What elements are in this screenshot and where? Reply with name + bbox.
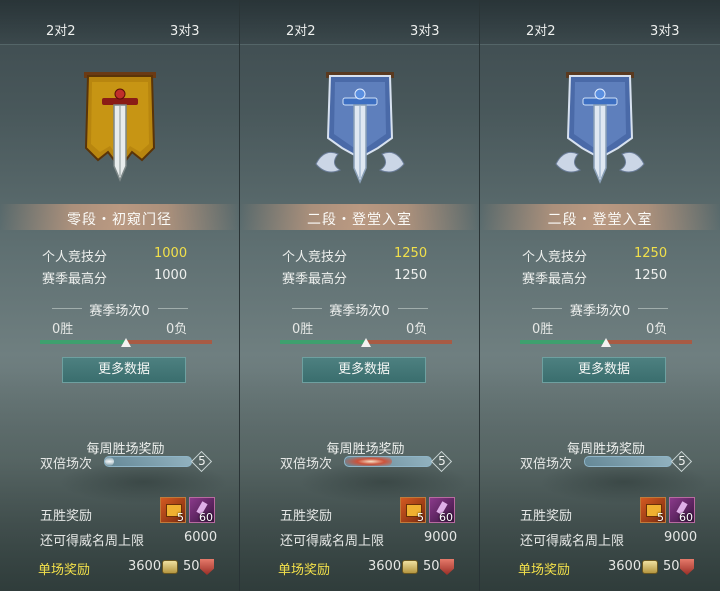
single-match-reward-label: 单场奖励 [278, 563, 331, 578]
rank-panel-2: 2对2 3对3 二段・登堂入室 个人竞技分 1250 赛季最高分 1250 赛季… [240, 0, 480, 591]
season-high-value: 1250 [634, 268, 668, 283]
single-honor-value: 50 [663, 559, 680, 574]
scroll-reward-icon[interactable]: 60 [429, 497, 455, 524]
losses-count: 0负 [166, 322, 188, 337]
season-matches: 赛季场次0 [89, 304, 150, 319]
single-honor-value: 50 [423, 559, 440, 574]
double-matches-label: 双倍场次 [40, 457, 93, 472]
rank-name: 零段・初窥门径 [67, 212, 172, 228]
scroll-count: 60 [199, 511, 213, 524]
weekly-cap-value: 6000 [184, 530, 218, 545]
win-ratio-marker [361, 338, 371, 347]
win-ratio-marker [601, 338, 611, 347]
scroll-reward-icon[interactable]: 60 [669, 497, 695, 524]
personal-score-value: 1000 [154, 246, 188, 261]
single-coin-value: 3600 [608, 559, 642, 574]
mode-tabs: 2对2 3对3 [480, 0, 720, 45]
tab-3v3[interactable]: 3对3 [170, 20, 200, 39]
tab-3v3[interactable]: 3对3 [650, 20, 680, 39]
chest-count: 5 [417, 511, 424, 524]
single-coin-value: 3600 [128, 559, 162, 574]
more-data-button[interactable]: 更多数据 [542, 357, 666, 383]
weekly-cap-label: 还可得威名周上限 [520, 534, 625, 549]
chest-count: 5 [657, 511, 664, 524]
single-honor-value: 50 [183, 559, 200, 574]
double-matches-label: 双倍场次 [520, 457, 573, 472]
tab-2v2[interactable]: 2对2 [526, 20, 556, 39]
blue-banner-sword-emblem [555, 72, 645, 184]
rank-name: 二段・登堂入室 [547, 212, 653, 228]
double-progress-bar [584, 456, 672, 467]
rank-name: 二段・登堂入室 [307, 212, 412, 228]
five-win-reward-label: 五胜奖励 [280, 509, 333, 524]
season-high-label: 赛季最高分 [282, 272, 348, 287]
season-high-label: 赛季最高分 [522, 272, 588, 287]
wins-count: 0胜 [532, 322, 554, 337]
double-matches-label: 双倍场次 [280, 457, 333, 472]
chest-reward-icon[interactable]: 5 [640, 497, 666, 524]
season-high-value: 1250 [394, 268, 428, 283]
personal-score-value: 1250 [394, 246, 428, 261]
win-ratio-marker [121, 338, 131, 347]
blue-banner-sword-emblem [314, 72, 405, 184]
double-progress-fill [105, 457, 114, 466]
win-loss-bar [520, 338, 692, 347]
single-match-reward-label: 单场奖励 [38, 563, 91, 578]
personal-score-label: 个人竞技分 [42, 250, 108, 265]
single-coin-value: 3600 [368, 559, 402, 574]
double-progress-bar [344, 456, 432, 467]
rank-panel-1: 2对2 3对3 零段・初窥门径 个人竞技分 1000 赛季最高分 1000 赛季… [0, 0, 240, 591]
personal-score-label: 个人竞技分 [522, 250, 588, 265]
coin-icon [402, 560, 418, 574]
coin-icon [162, 560, 178, 574]
weekly-cap-value: 9000 [664, 530, 698, 545]
mode-tabs: 2对2 3对3 [240, 0, 479, 45]
weekly-cap-label: 还可得威名周上限 [280, 534, 385, 549]
double-count: 5 [672, 452, 692, 470]
personal-score-label: 个人竞技分 [282, 250, 348, 265]
chest-reward-icon[interactable]: 5 [400, 497, 426, 524]
season-high-value: 1000 [154, 268, 188, 283]
losses-count: 0负 [406, 322, 428, 337]
season-high-label: 赛季最高分 [42, 272, 108, 287]
wins-count: 0胜 [292, 322, 314, 337]
tab-2v2[interactable]: 2对2 [286, 20, 316, 39]
rank-panel-3: 2对2 3对3 二段・登堂入室 个人竞技分 1250 赛季最高分 1250 赛季… [480, 0, 720, 591]
tab-2v2[interactable]: 2对2 [46, 20, 76, 39]
gold-banner-sword-emblem [83, 72, 156, 182]
double-progress-fill [345, 457, 393, 466]
scroll-reward-icon[interactable]: 60 [189, 497, 215, 524]
season-matches: 赛季场次0 [569, 304, 631, 319]
season-matches: 赛季场次0 [329, 304, 390, 319]
weekly-cap-value: 9000 [424, 530, 458, 545]
win-loss-bar [40, 338, 212, 347]
coin-icon [642, 560, 658, 574]
five-win-reward-label: 五胜奖励 [520, 509, 573, 524]
mode-tabs: 2对2 3对3 [0, 0, 239, 45]
wins-count: 0胜 [52, 322, 74, 337]
scroll-count: 60 [679, 511, 693, 524]
losses-count: 0负 [646, 322, 668, 337]
chest-reward-icon[interactable]: 5 [160, 497, 186, 524]
scroll-count: 60 [439, 511, 453, 524]
chest-count: 5 [177, 511, 184, 524]
double-progress-bar [104, 456, 192, 467]
single-match-reward-label: 单场奖励 [518, 563, 571, 578]
arena-rank-screen: 2对2 3对3 零段・初窥门径 个人竞技分 1000 赛季最高分 1000 赛季… [0, 0, 720, 591]
tab-3v3[interactable]: 3对3 [410, 20, 440, 39]
win-loss-bar [280, 338, 452, 347]
weekly-cap-label: 还可得威名周上限 [40, 534, 145, 549]
five-win-reward-label: 五胜奖励 [40, 509, 93, 524]
more-data-button[interactable]: 更多数据 [302, 357, 426, 383]
double-count: 5 [432, 452, 452, 470]
more-data-button[interactable]: 更多数据 [62, 357, 186, 383]
double-count: 5 [192, 452, 212, 470]
personal-score-value: 1250 [634, 246, 668, 261]
